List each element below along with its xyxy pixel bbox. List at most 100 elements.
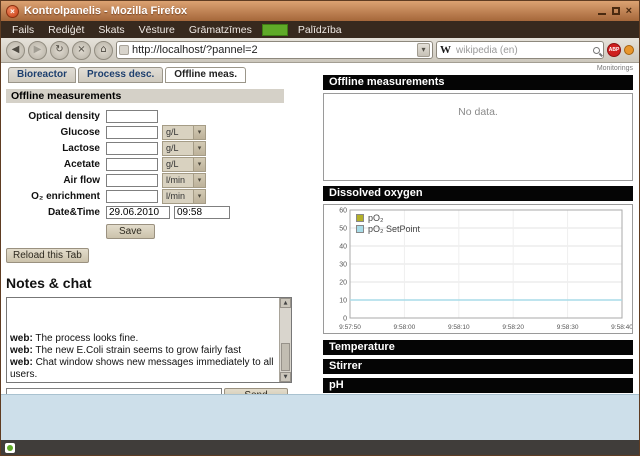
form-row: Air flow l/min ▾ [6,172,321,188]
form-row: Acetate g/L ▾ [6,156,321,172]
lactose-input[interactable] [106,141,158,155]
airflow-unit-select[interactable]: l/min ▾ [162,172,206,188]
titlebar[interactable]: × Kontrolpanelis - Mozilla Firefox × [1,1,639,21]
right-pane: Monitorings Offline measurements No data… [321,63,639,394]
navigation-toolbar: ◀ ▶ ↻ × ⌂ ▾ W ABP [1,38,639,63]
scrollbar-thumb[interactable] [281,343,290,371]
dissolved-oxygen-panel-header[interactable]: Dissolved oxygen [323,186,633,201]
url-dropdown-button[interactable]: ▾ [417,43,430,57]
tab-process-desc[interactable]: Process desc. [78,67,164,83]
chat-message: web: The process looks fine. [10,333,277,345]
page-top-right-text: Monitorings [596,65,633,72]
stirrer-panel-header[interactable]: Stirrer [323,359,633,374]
menubar: Fails Rediģēt Skats Vēsture Grāmatzīmes … [1,21,639,38]
back-button[interactable]: ◀ [6,40,25,60]
chat-message: web: The new E.Coli strain seems to grow… [10,345,277,357]
acetate-input[interactable] [106,157,158,171]
search-icon[interactable] [593,46,600,54]
chevron-down-icon: ▾ [193,189,205,203]
svg-text:60: 60 [339,208,347,215]
adblock-icon[interactable]: ABP [607,43,621,57]
save-button[interactable]: Save [106,223,155,239]
svg-text:10: 10 [339,298,347,305]
offline-measurements-panel-header[interactable]: Offline measurements [323,75,633,90]
menu-item-rediget[interactable]: Rediģēt [41,23,91,37]
stop-button[interactable]: × [72,40,91,60]
form-row: O₂ enrichment l/min ▾ [6,188,321,204]
close-button-right[interactable]: × [626,6,632,17]
po2-setpoint-legend-swatch [356,224,364,233]
browser-window: × Kontrolpanelis - Mozilla Firefox × Fai… [0,0,640,456]
chat-message-area[interactable]: web: The process looks fine. web: The ne… [6,297,292,383]
time-input[interactable] [174,205,230,219]
unit-value: g/L [166,158,179,169]
legend-item: pO₂ SetPoint [356,223,420,234]
legend-label: pO₂ SetPoint [368,223,421,234]
page-content: Bioreactor Process desc. Offline meas. O… [1,63,639,394]
field-label: Glucose [60,126,100,138]
search-engine-icon[interactable]: W [440,44,451,56]
field-label: Date&Time [47,206,100,218]
menu-item-fails[interactable]: Fails [5,23,41,37]
po2-legend-swatch [356,213,364,222]
window-title: Kontrolpanelis - Mozilla Firefox [24,5,188,17]
menu-item-gramatzimes[interactable]: Grāmatzīmes [182,23,259,37]
reload-tab-button[interactable]: Reload this Tab [6,248,89,263]
scroll-down-icon[interactable]: ▼ [280,372,291,382]
field-label: Air flow [63,174,100,186]
chat-messages: web: The process looks fine. web: The ne… [10,333,277,381]
home-button[interactable]: ⌂ [94,40,113,60]
reload-button[interactable]: ↻ [50,40,69,60]
svg-text:50: 50 [339,226,347,233]
forward-button[interactable]: ▶ [28,40,47,60]
chevron-down-icon: ▾ [193,141,205,155]
chat-scrollbar[interactable]: ▲ ▼ [279,298,291,382]
left-pane: Bioreactor Process desc. Offline meas. O… [1,63,321,394]
field-label: Acetate [63,158,100,170]
svg-text:9:58:20: 9:58:20 [502,324,524,331]
form-row: Lactose g/L ▾ [6,140,321,156]
search-input[interactable] [454,43,590,57]
airflow-input[interactable] [106,173,158,187]
close-button[interactable]: × [6,4,19,18]
minimize-button[interactable] [597,7,606,15]
menubar-addon-icon[interactable] [261,23,288,36]
menu-item-vesture[interactable]: Vēsture [132,23,182,37]
acetate-unit-select[interactable]: g/L ▾ [162,156,206,172]
o2-enrichment-unit-select[interactable]: l/min ▾ [162,188,206,204]
lactose-unit-select[interactable]: g/L ▾ [162,140,206,156]
tab-strip: Bioreactor Process desc. Offline meas. [8,67,321,83]
url-input[interactable] [132,44,414,56]
legend-item: pO₂ [356,212,420,223]
temperature-panel-header[interactable]: Temperature [323,340,633,355]
menu-item-palidziba[interactable]: Palīdzība [291,23,349,37]
glucose-input[interactable] [106,125,158,139]
ph-panel-header[interactable]: pH [323,378,633,393]
glucose-unit-select[interactable]: g/L ▾ [162,124,206,140]
field-label: Optical density [28,110,100,122]
statusbar-addon-icon[interactable] [5,442,15,453]
chevron-down-icon: ▾ [193,125,205,139]
notes-chat-heading: Notes & chat [6,275,92,291]
tab-offline-meas[interactable]: Offline meas. [165,67,247,83]
dissolved-oxygen-chart: 0 10 20 30 40 50 60 9:57:50 9:58:00 9:58:10 9:58:2… [323,204,633,334]
chat-message: web: Chat window shows new messages imme… [10,357,277,381]
unit-value: g/L [166,142,179,153]
chat-user: web: [10,345,33,356]
field-label: O₂ enrichment [31,190,100,202]
svg-text:20: 20 [339,280,347,287]
field-label: Lactose [62,142,100,154]
date-input[interactable] [106,205,170,219]
addon-icon[interactable] [624,45,634,55]
chat-text: The new E.Coli strain seems to grow fair… [35,345,242,356]
o2-enrichment-input[interactable] [106,189,158,203]
tab-bioreactor[interactable]: Bioreactor [8,67,77,83]
scroll-up-icon[interactable]: ▲ [280,298,291,308]
optical-density-input[interactable] [106,109,158,123]
menu-item-skats[interactable]: Skats [91,23,131,37]
maximize-button[interactable] [611,7,620,15]
chat-user: web: [10,333,33,344]
chevron-down-icon: ▾ [193,173,205,187]
svg-text:0: 0 [343,316,347,323]
form-row: Date&Time [6,204,321,220]
